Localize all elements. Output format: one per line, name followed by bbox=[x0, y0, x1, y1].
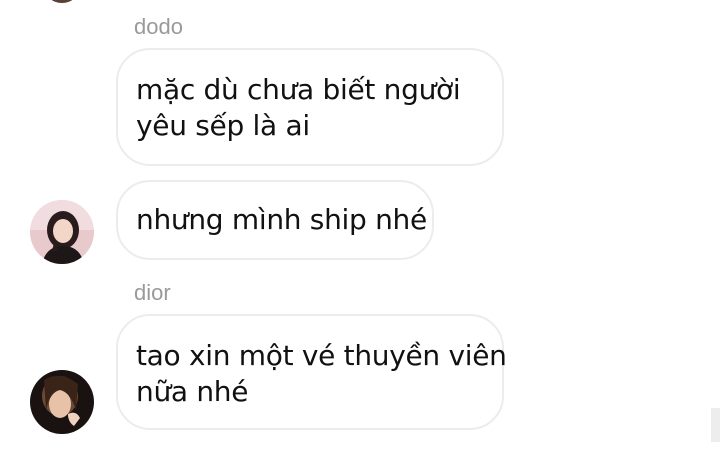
scrollbar[interactable] bbox=[711, 408, 720, 442]
message-line: nữa nhé bbox=[136, 375, 249, 408]
message-bubble[interactable]: mặc dù chưa biết người yêu sếp là ai bbox=[116, 48, 504, 166]
message-bubble[interactable]: tao xin một vé thuyền viên nữa nhé bbox=[116, 314, 507, 430]
avatar-photo bbox=[30, 200, 94, 264]
previous-avatar[interactable] bbox=[44, 0, 80, 3]
avatar-photo bbox=[30, 370, 94, 434]
avatar-dodo[interactable] bbox=[30, 200, 94, 264]
avatar-dior[interactable] bbox=[30, 370, 94, 434]
message-bubble[interactable]: nhưng mình ship nhé bbox=[116, 180, 434, 260]
message-line: yêu sếp là ai bbox=[136, 109, 310, 142]
message-line: nhưng mình ship nhé bbox=[136, 203, 427, 236]
sender-name-dodo: dodo bbox=[134, 14, 183, 39]
message-line: tao xin một vé thuyền viên bbox=[136, 339, 507, 372]
sender-name-dior: dior bbox=[134, 280, 171, 305]
message-line: mặc dù chưa biết người bbox=[136, 73, 461, 106]
